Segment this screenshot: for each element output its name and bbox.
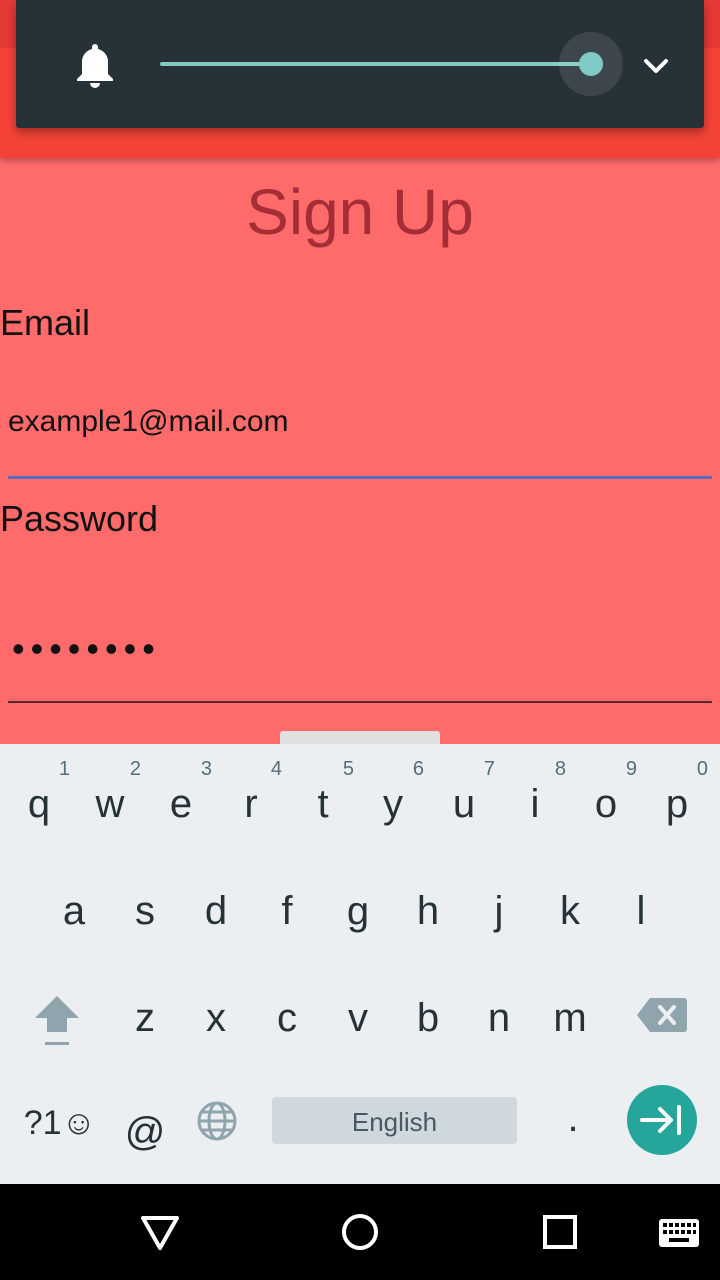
key-label: z [135, 996, 155, 1040]
key-y[interactable]: 6y [358, 744, 428, 844]
key-hint: 9 [625, 758, 637, 780]
key-label: p [665, 782, 689, 826]
password-field[interactable]: •••••••• [8, 628, 716, 680]
key-hint: 8 [554, 758, 566, 780]
key-label: t [317, 782, 329, 826]
key-label: d [204, 889, 228, 933]
key-hint: 7 [483, 758, 495, 780]
key-z[interactable]: z [110, 958, 180, 1058]
key-label: b [416, 996, 440, 1040]
email-field[interactable]: example1@mail.com [8, 405, 712, 453]
space-bar[interactable]: English [272, 1097, 517, 1144]
key-g[interactable]: g [323, 851, 393, 951]
key-s[interactable]: s [110, 851, 180, 951]
bell-icon[interactable] [74, 42, 116, 88]
back-triangle-icon[interactable] [140, 1214, 180, 1252]
password-label: Password [0, 498, 159, 539]
key-b[interactable]: b [393, 958, 463, 1058]
volume-slider-thumb[interactable] [579, 52, 603, 76]
key-hint: 4 [270, 758, 282, 780]
key-k[interactable]: k [535, 851, 605, 951]
chevron-down-icon[interactable] [640, 50, 672, 82]
key-hint: 3 [200, 758, 212, 780]
key-label: i [530, 782, 540, 826]
key-j[interactable]: j [464, 851, 534, 951]
password-underline [8, 701, 712, 703]
key-label: j [494, 889, 504, 933]
key-n[interactable]: n [464, 958, 534, 1058]
enter-key[interactable] [627, 1085, 697, 1155]
key-label: ?1☺ [23, 1104, 97, 1142]
key-label: . [567, 1096, 579, 1140]
key-label: w [95, 782, 125, 826]
backspace-icon [637, 998, 687, 1032]
email-label: Email [0, 302, 91, 343]
key-hint: 5 [342, 758, 354, 780]
home-circle-icon[interactable] [340, 1212, 380, 1252]
page-title: Sign Up [246, 176, 474, 248]
backspace-key[interactable] [626, 958, 696, 1058]
next-field-icon [640, 1105, 681, 1135]
key-label: n [487, 996, 511, 1040]
key-a[interactable]: a [39, 851, 109, 951]
key-q[interactable]: 1q [4, 744, 74, 844]
symbols-key[interactable]: ?1☺ [10, 1066, 110, 1166]
key-label: f [281, 889, 293, 933]
key-t[interactable]: 5t [288, 744, 358, 844]
key-c[interactable]: c [252, 958, 322, 1058]
keyboard-icon[interactable] [658, 1218, 700, 1248]
soft-keyboard: 1q 2w 3e 4r 5t 6y 7u 8i 9o 0p a s d f g … [0, 744, 720, 1184]
key-at[interactable]: @ [110, 1072, 180, 1172]
key-w[interactable]: 2w [75, 744, 145, 844]
key-f[interactable]: f [252, 851, 322, 951]
key-label: q [27, 782, 51, 826]
volume-slider-track[interactable] [160, 62, 592, 66]
key-e[interactable]: 3e [146, 744, 216, 844]
key-l[interactable]: l [606, 851, 676, 951]
key-m[interactable]: m [535, 958, 605, 1058]
key-label: o [594, 782, 618, 826]
key-label: v [348, 996, 368, 1040]
key-u[interactable]: 7u [429, 744, 499, 844]
key-v[interactable]: v [323, 958, 393, 1058]
key-hint: 0 [696, 758, 708, 780]
key-label: s [135, 889, 155, 933]
shift-key[interactable] [22, 958, 92, 1058]
key-hint: 1 [58, 758, 70, 780]
key-label: u [452, 782, 476, 826]
key-label: y [383, 782, 403, 826]
key-x[interactable]: x [181, 958, 251, 1058]
key-label: k [560, 889, 580, 933]
key-label: a [62, 889, 86, 933]
shift-arrow-icon [35, 996, 79, 1045]
key-r[interactable]: 4r [216, 744, 286, 844]
recents-square-icon[interactable] [542, 1214, 578, 1250]
key-o[interactable]: 9o [571, 744, 641, 844]
key-label: m [553, 996, 587, 1040]
key-label: l [636, 889, 646, 933]
key-label: g [346, 889, 370, 933]
navigation-bar [0, 1184, 720, 1280]
key-label: r [244, 782, 258, 826]
key-hint: 2 [129, 758, 141, 780]
key-i[interactable]: 8i [500, 744, 570, 844]
globe-icon [197, 1101, 237, 1141]
key-label: @ [124, 1110, 166, 1154]
language-key[interactable] [181, 1066, 251, 1166]
key-label: h [416, 889, 440, 933]
volume-panel [16, 0, 704, 128]
key-label: x [206, 996, 226, 1040]
key-hint: 6 [412, 758, 424, 780]
key-d[interactable]: d [181, 851, 251, 951]
key-label: c [277, 996, 297, 1040]
key-label: e [169, 782, 193, 826]
email-underline [8, 476, 712, 479]
period-key[interactable]: . [538, 1058, 608, 1158]
key-p[interactable]: 0p [642, 744, 712, 844]
key-h[interactable]: h [393, 851, 463, 951]
